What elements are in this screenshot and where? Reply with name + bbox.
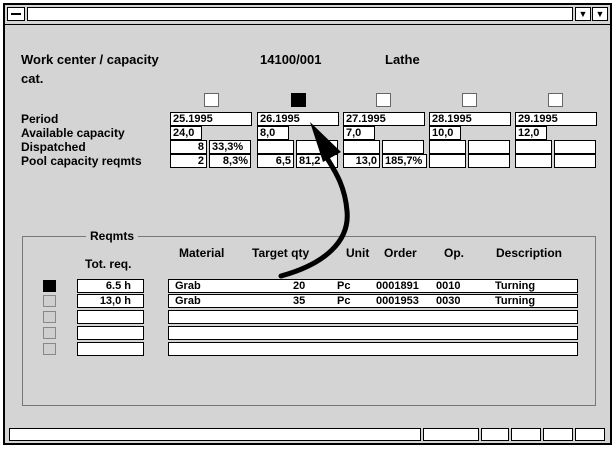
window-title <box>27 7 573 21</box>
chevron-down-icon: ▼ <box>595 9 605 19</box>
arrow-head <box>310 122 341 162</box>
status-message <box>9 428 421 441</box>
minimize-button[interactable]: ▼ <box>575 7 591 21</box>
application-window: ▼ ▼ Work center / capacity cat. 14100/00… <box>3 3 612 445</box>
annotation-arrow <box>278 122 350 279</box>
status-field <box>423 428 479 441</box>
status-field <box>481 428 509 441</box>
client-area: Work center / capacity cat. 14100/001 La… <box>5 26 610 424</box>
status-field <box>511 428 541 441</box>
maximize-button[interactable]: ▼ <box>592 7 608 21</box>
chevron-down-icon: ▼ <box>578 9 588 19</box>
status-field <box>575 428 605 441</box>
system-menu-icon[interactable] <box>7 7 25 21</box>
title-bar: ▼ ▼ <box>5 5 610 25</box>
status-field <box>543 428 573 441</box>
status-bar <box>5 425 610 443</box>
